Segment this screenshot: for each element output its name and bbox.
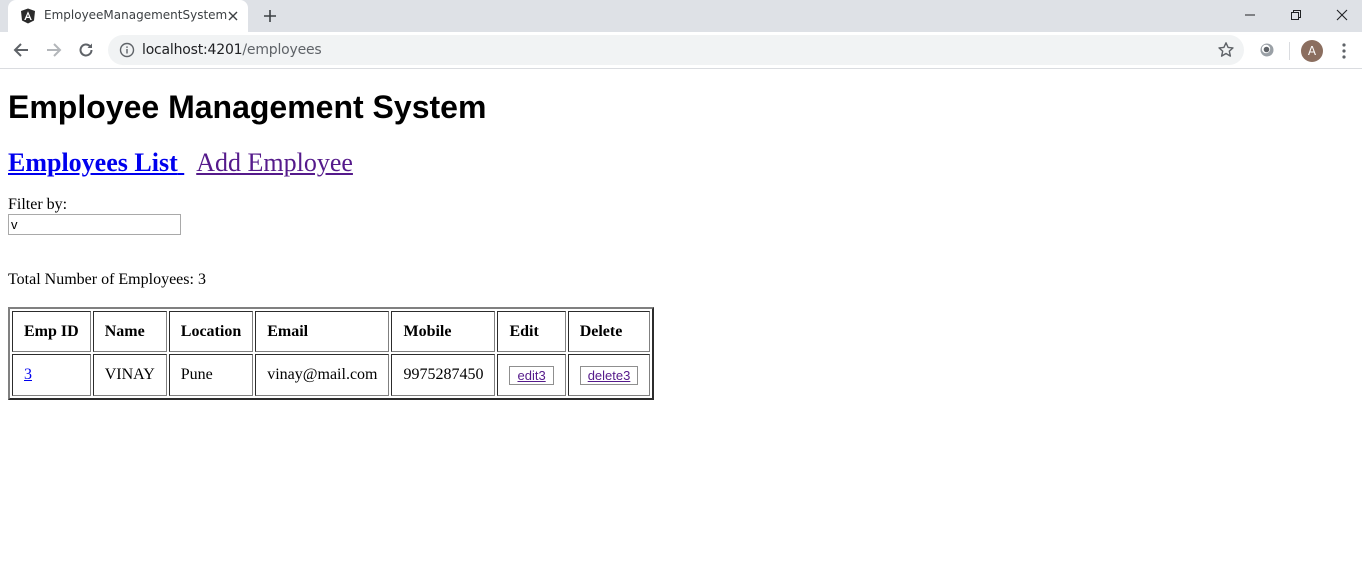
toolbar-divider xyxy=(1289,42,1290,60)
edit-button[interactable]: edit3 xyxy=(509,365,554,385)
cell-location: Pune xyxy=(168,354,254,396)
url-path: /employees xyxy=(242,42,322,58)
url-text[interactable]: localhost:4201/employees xyxy=(142,42,322,58)
tab-strip: EmployeeManagementSystem xyxy=(0,0,1362,32)
add-employee-link[interactable]: Add Employee xyxy=(196,148,353,177)
browser-toolbar: localhost:4201/employees A xyxy=(0,32,1362,69)
header-email: Email xyxy=(255,311,390,352)
cell-mobile: 9975287450 xyxy=(391,354,496,396)
tab-title: EmployeeManagementSystem xyxy=(44,8,228,22)
reload-icon[interactable] xyxy=(74,38,98,62)
table-row: 3 VINAY Pune vinay@mail.com 9975287450 e… xyxy=(12,354,651,396)
minimize-icon[interactable] xyxy=(1227,0,1273,30)
extension-icon[interactable] xyxy=(1258,41,1276,59)
emp-id-link[interactable]: 3 xyxy=(24,366,32,383)
employees-table: Emp ID Name Location Email Mobile Edit D… xyxy=(8,307,655,400)
url-host: localhost:4201 xyxy=(142,42,243,58)
cell-name: VINAY xyxy=(92,354,167,396)
browser-tab[interactable]: EmployeeManagementSystem xyxy=(8,0,248,32)
header-location: Location xyxy=(168,311,254,352)
forward-arrow-icon[interactable] xyxy=(42,38,66,62)
back-arrow-icon[interactable] xyxy=(9,38,33,62)
tab-close-icon[interactable] xyxy=(225,8,241,24)
filter-input[interactable] xyxy=(8,214,181,235)
window-close-icon[interactable] xyxy=(1319,0,1362,30)
angular-logo-icon xyxy=(21,8,35,24)
cell-delete: delete3 xyxy=(567,354,651,396)
cell-edit: edit3 xyxy=(497,354,566,396)
new-tab-plus-icon[interactable] xyxy=(260,6,280,26)
header-delete: Delete xyxy=(567,311,651,352)
restore-icon[interactable] xyxy=(1273,0,1319,30)
header-mobile: Mobile xyxy=(391,311,496,352)
cell-emp-id: 3 xyxy=(12,354,91,396)
header-emp-id: Emp ID xyxy=(12,311,91,352)
bookmark-star-icon[interactable] xyxy=(1217,41,1235,59)
header-edit: Edit xyxy=(497,311,566,352)
menu-kebab-icon[interactable] xyxy=(1334,40,1354,62)
employees-list-link[interactable]: Employees List xyxy=(8,148,184,177)
filter-label: Filter by: xyxy=(8,196,68,213)
total-employees-text: Total Number of Employees: 3 xyxy=(8,271,206,288)
header-name: Name xyxy=(92,311,167,352)
page-content: Employee Management System Employees Lis… xyxy=(8,70,1362,584)
profile-avatar[interactable]: A xyxy=(1301,40,1323,62)
page-title: Employee Management System xyxy=(8,89,487,125)
cell-email: vinay@mail.com xyxy=(255,354,390,396)
employees-list-label: Employees List xyxy=(8,148,178,177)
table-header-row: Emp ID Name Location Email Mobile Edit D… xyxy=(12,311,651,352)
page-nav: Employees List Add Employee xyxy=(8,148,353,178)
address-bar[interactable]: localhost:4201/employees xyxy=(108,35,1244,65)
site-info-icon[interactable] xyxy=(119,42,135,58)
delete-button[interactable]: delete3 xyxy=(579,365,639,385)
